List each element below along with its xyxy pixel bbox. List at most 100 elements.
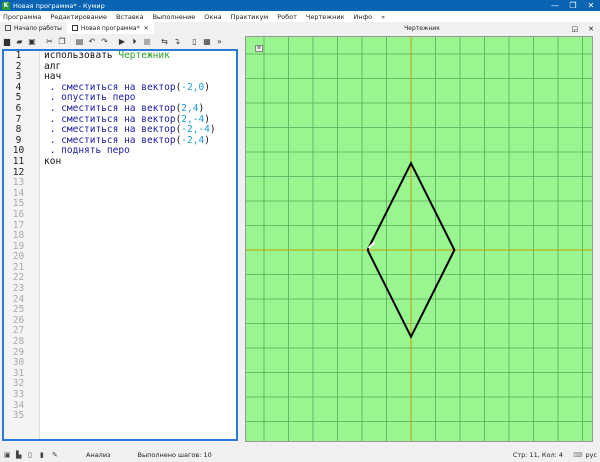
code-token: Чертежник bbox=[118, 50, 170, 61]
undo-icon[interactable]: ↶ bbox=[87, 37, 97, 47]
step-out-icon[interactable]: ↴ bbox=[172, 37, 182, 47]
code-token: ) bbox=[204, 113, 210, 125]
code-line: кон bbox=[44, 155, 216, 168]
status-bar: ▣ ▙ ▯ ▮ ✎ Анализ Выполнено шагов: 10 Стр… bbox=[0, 448, 600, 462]
new-icon[interactable]: ▆ bbox=[2, 37, 12, 47]
menu-item[interactable]: Выполнение bbox=[153, 13, 196, 21]
pen-icon[interactable]: ✎ bbox=[52, 451, 60, 459]
line-number: 7 bbox=[15, 113, 22, 125]
code-token: . поднять перо bbox=[44, 145, 130, 157]
code-line: . поднять перо bbox=[44, 146, 216, 157]
code-editor[interactable]: 1 2 3 4 5 6 7 8 9 10 11 12 13 14 15 16 17 18 19 20 21 22 23 24 2… bbox=[2, 49, 238, 441]
code-token: использовать bbox=[44, 50, 119, 61]
menu-item[interactable]: » bbox=[381, 13, 385, 21]
keyboard-icon: ⌨ bbox=[573, 451, 583, 459]
line-number: 6 bbox=[15, 102, 22, 114]
code-token: ) bbox=[209, 124, 216, 136]
drawer-panel-header: Чертежник ◲ ✕ bbox=[244, 22, 600, 36]
drawer-title: Чертежник bbox=[404, 25, 440, 32]
code-area[interactable]: использовать Чертежник алг нач . сместитьс… bbox=[44, 51, 216, 168]
stop-icon[interactable]: ■ bbox=[142, 37, 152, 47]
more-icon[interactable]: » bbox=[215, 37, 225, 47]
line-number: 2 bbox=[15, 60, 22, 72]
menu-item[interactable]: Редактирование bbox=[50, 13, 107, 21]
code-token: кон bbox=[44, 155, 62, 167]
code-token: . сместиться на вектор bbox=[44, 113, 176, 125]
grid-icon[interactable]: ▦ bbox=[202, 37, 212, 47]
cursor-position: Стр: 11, Кол: 4 bbox=[512, 451, 564, 459]
mode-label: Анализ bbox=[86, 451, 111, 459]
line-number: 3 bbox=[15, 71, 22, 83]
copy-icon[interactable]: ❐ bbox=[57, 37, 67, 47]
line-number: 16 bbox=[12, 208, 25, 220]
code-token: алг bbox=[44, 60, 62, 72]
cut-icon[interactable]: ✂ bbox=[45, 37, 55, 47]
canvas-background bbox=[246, 37, 592, 441]
code-token: . сместиться на вектор bbox=[44, 134, 176, 146]
save-icon[interactable]: ▙ bbox=[16, 451, 24, 459]
menu-item[interactable]: Окна bbox=[204, 13, 221, 21]
title-bar: K Новая программа* - Кумир — ❐ ✕ bbox=[0, 0, 600, 11]
code-token: . опустить перо bbox=[44, 92, 136, 104]
code-token: 2,-4 bbox=[181, 113, 205, 125]
code-token: ) bbox=[204, 81, 210, 93]
code-token: . сместиться на вектор bbox=[44, 124, 176, 136]
copy-icon[interactable]: ▯ bbox=[28, 451, 36, 459]
line-number: 11 bbox=[12, 155, 25, 167]
step-icon[interactable]: ⏵ bbox=[130, 37, 140, 47]
minimize-button[interactable]: — bbox=[546, 0, 564, 11]
menu-item[interactable]: Программа bbox=[3, 13, 41, 21]
line-number: 5 bbox=[15, 92, 22, 104]
menu-item[interactable]: Инфо bbox=[354, 13, 373, 21]
menu-item[interactable]: Робот bbox=[277, 13, 297, 21]
paste-icon[interactable]: ▤ bbox=[75, 37, 85, 47]
toolbar: ▆ ▰ ▣ ✂ ❐ ▤ ↶ ↷ ▶ ⏵ ■ ⇆ ↴ ▯ ▦» bbox=[0, 35, 240, 49]
window-title: Новая программа* - Кумир bbox=[13, 1, 105, 10]
code-token: . сместиться на вектор bbox=[44, 102, 176, 114]
step-in-icon[interactable]: ⇆ bbox=[160, 37, 170, 47]
language-indicator: рус bbox=[585, 451, 597, 459]
code-token: . сместиться на вектор bbox=[44, 81, 176, 93]
undock-icon[interactable]: ◲ bbox=[572, 22, 579, 36]
program-icon bbox=[71, 25, 78, 31]
tab-bar: Начало работы Новая программа* ✕ bbox=[0, 22, 240, 34]
menu-item[interactable]: Чертежник bbox=[306, 13, 345, 21]
delete-icon[interactable]: ▮ bbox=[40, 451, 48, 459]
code-token: 2,4 bbox=[181, 102, 199, 114]
app-logo: K bbox=[2, 1, 10, 10]
close-tab-icon[interactable]: ✕ bbox=[144, 25, 149, 32]
code-token: -2,0 bbox=[181, 81, 205, 93]
page-icon bbox=[5, 25, 11, 31]
code-token: ) bbox=[198, 102, 205, 114]
drawing-svg bbox=[246, 37, 592, 441]
run-icon[interactable]: ▶ bbox=[117, 37, 127, 47]
tab-program[interactable]: Новая программа* ✕ bbox=[66, 22, 154, 34]
menu-item[interactable]: Практикум bbox=[231, 13, 269, 21]
close-panel-icon[interactable]: ✕ bbox=[588, 22, 594, 36]
close-button[interactable]: ✕ bbox=[582, 0, 600, 11]
line-numbers: 1 2 3 4 5 6 7 8 9 10 11 12 13 14 15 16 17 18 19 20 21 22 23 24 2… bbox=[4, 51, 40, 439]
menu-bar: Программа Редактирование Вставка Выполнение… bbox=[0, 11, 600, 22]
panel-icon[interactable]: ▯ bbox=[190, 37, 200, 47]
redo-icon[interactable]: ↷ bbox=[100, 37, 110, 47]
tab-label: Новая программа* bbox=[80, 24, 140, 32]
line-number: 8 bbox=[15, 124, 22, 136]
line-number: 35 bbox=[12, 410, 25, 422]
drawer-canvas[interactable]: ≡ bbox=[245, 36, 593, 442]
line-number: 4 bbox=[15, 81, 22, 93]
code-line: алг bbox=[44, 60, 216, 73]
line-number: 33 bbox=[12, 389, 25, 400]
open-icon[interactable]: ▰ bbox=[15, 37, 25, 47]
code-token: ) bbox=[204, 134, 210, 146]
save-icon[interactable]: ▣ bbox=[27, 37, 37, 47]
code-token: нач bbox=[44, 71, 62, 83]
tab-start[interactable]: Начало работы bbox=[0, 22, 67, 34]
code-token: -2,-4 bbox=[181, 124, 210, 136]
canvas-menu-icon[interactable]: ≡ bbox=[255, 45, 263, 52]
line-number: 1 bbox=[15, 50, 22, 61]
panel-icon[interactable]: ▣ bbox=[4, 451, 12, 459]
tab-label: Начало работы bbox=[14, 24, 62, 32]
steps-label: Выполнено шагов: 10 bbox=[137, 451, 212, 459]
maximize-button[interactable]: ❐ bbox=[564, 0, 582, 11]
menu-item[interactable]: Вставка bbox=[116, 13, 144, 21]
